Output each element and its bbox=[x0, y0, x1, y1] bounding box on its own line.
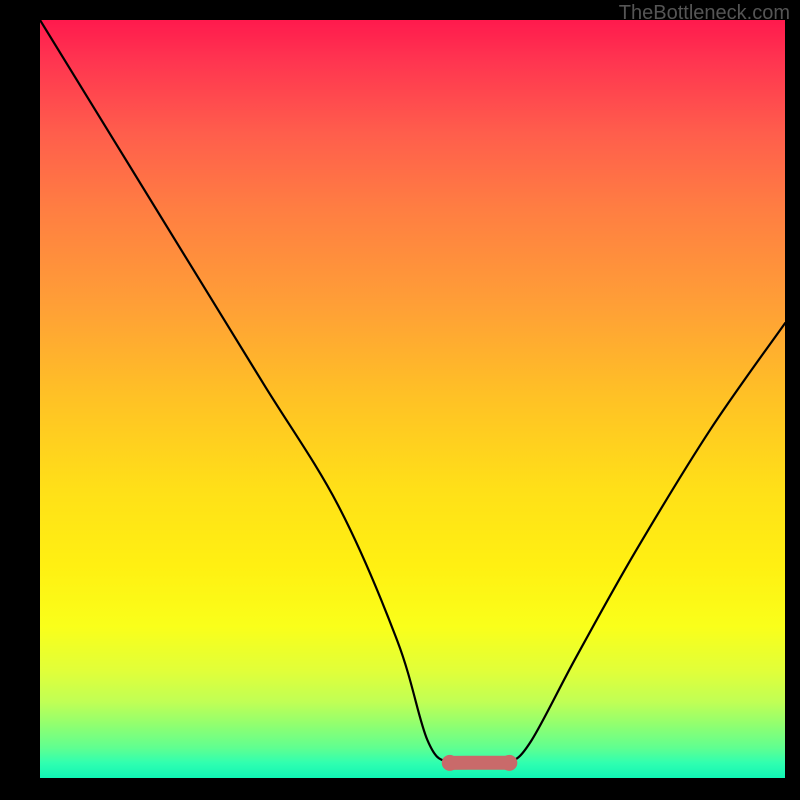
watermark-text: TheBottleneck.com bbox=[619, 2, 790, 25]
bottleneck-curve-svg bbox=[40, 20, 785, 778]
plot-area bbox=[40, 20, 785, 778]
flat-start-dot bbox=[442, 755, 458, 771]
bottleneck-curve-path bbox=[40, 20, 785, 764]
chart-container: TheBottleneck.com bbox=[0, 0, 800, 800]
flat-end-dot bbox=[501, 755, 517, 771]
